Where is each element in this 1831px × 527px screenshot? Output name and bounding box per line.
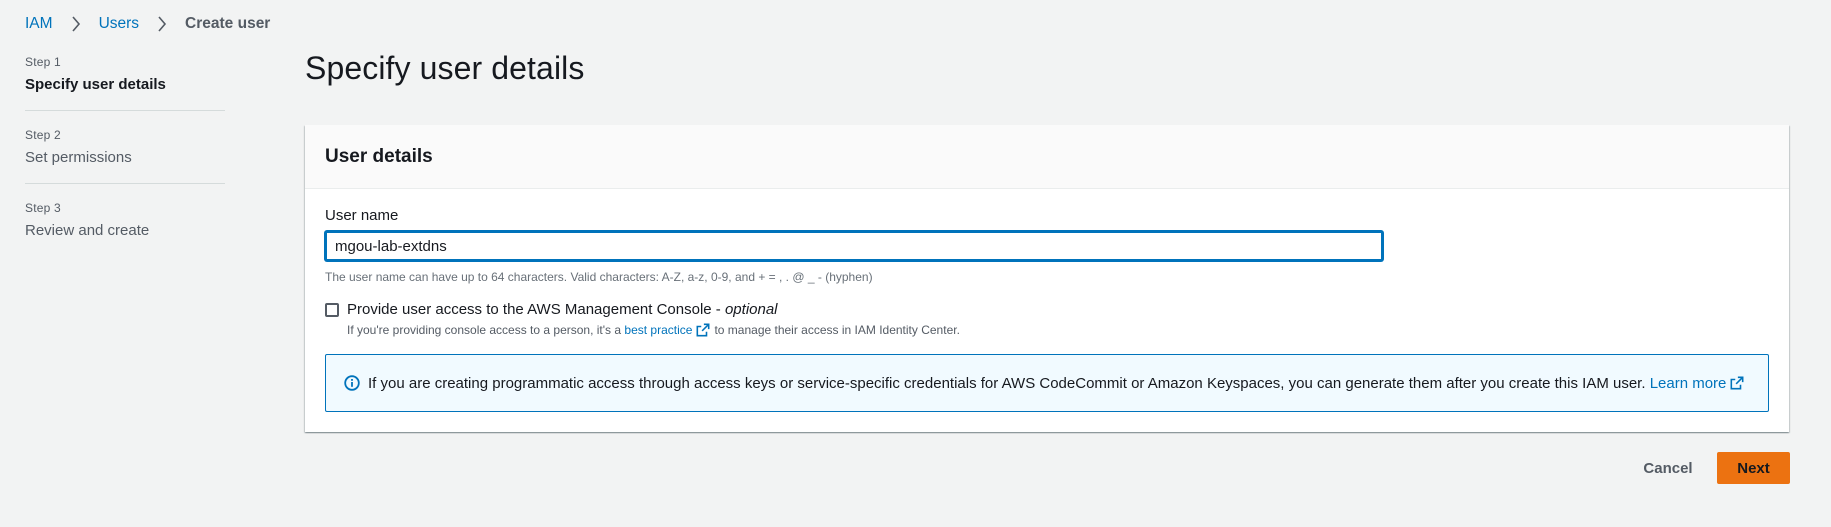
user-name-constraint: The user name can have up to 64 characte… bbox=[325, 270, 873, 284]
console-access-description: If you're providing console access to a … bbox=[347, 323, 960, 337]
description-text-before: If you're providing console access to a … bbox=[347, 323, 622, 337]
info-alert: If you are creating programmatic access … bbox=[325, 354, 1769, 412]
external-link-icon[interactable] bbox=[696, 323, 710, 337]
step-title: Set permissions bbox=[25, 149, 132, 166]
user-name-label: User name bbox=[325, 207, 399, 224]
info-alert-text: If you are creating programmatic access … bbox=[368, 374, 1646, 392]
chevron-right-icon bbox=[153, 16, 171, 32]
step-number: Step 3 bbox=[25, 201, 61, 215]
step-number: Step 2 bbox=[25, 128, 61, 142]
breadcrumb-users-link[interactable]: Users bbox=[99, 15, 139, 33]
container-title: User details bbox=[325, 145, 433, 167]
learn-more-link[interactable]: Learn more bbox=[1650, 375, 1727, 392]
console-access-option: Provide user access to the AWS Managemen… bbox=[325, 301, 960, 337]
description-text-after: to manage their access in IAM Identity C… bbox=[714, 323, 960, 337]
console-access-label-text: Provide user access to the AWS Managemen… bbox=[347, 301, 725, 318]
next-button[interactable]: Next bbox=[1717, 452, 1790, 484]
info-icon bbox=[344, 375, 360, 391]
wizard-steps-nav: Step 1 Specify user details Step 2 Set p… bbox=[25, 55, 225, 239]
container-header: User details bbox=[305, 125, 1789, 189]
best-practice-link[interactable]: best practice bbox=[624, 323, 692, 337]
breadcrumb: IAM Users Create user bbox=[25, 15, 270, 33]
chevron-right-icon bbox=[67, 16, 85, 32]
step-title: Specify user details bbox=[25, 76, 166, 93]
console-access-checkbox[interactable] bbox=[325, 303, 339, 317]
breadcrumb-current: Create user bbox=[185, 15, 271, 32]
console-access-text: Provide user access to the AWS Managemen… bbox=[347, 301, 960, 337]
console-access-label[interactable]: Provide user access to the AWS Managemen… bbox=[347, 301, 960, 318]
breadcrumb-iam-link[interactable]: IAM bbox=[25, 15, 53, 33]
page-title: Specify user details bbox=[305, 50, 585, 86]
cancel-button[interactable]: Cancel bbox=[1628, 452, 1708, 484]
step-title: Review and create bbox=[25, 222, 150, 239]
user-details-container: User details User name The user name can… bbox=[305, 125, 1789, 432]
optional-text: optional bbox=[724, 301, 778, 318]
wizard-step-3: Step 3 Review and create bbox=[25, 201, 225, 239]
external-link-icon[interactable] bbox=[1730, 376, 1744, 390]
step-divider bbox=[25, 110, 225, 111]
step-divider bbox=[25, 183, 225, 184]
wizard-step-1: Step 1 Specify user details bbox=[25, 55, 225, 93]
wizard-step-2: Step 2 Set permissions bbox=[25, 128, 225, 166]
user-name-input[interactable] bbox=[325, 231, 1383, 261]
step-number: Step 1 bbox=[25, 55, 61, 69]
